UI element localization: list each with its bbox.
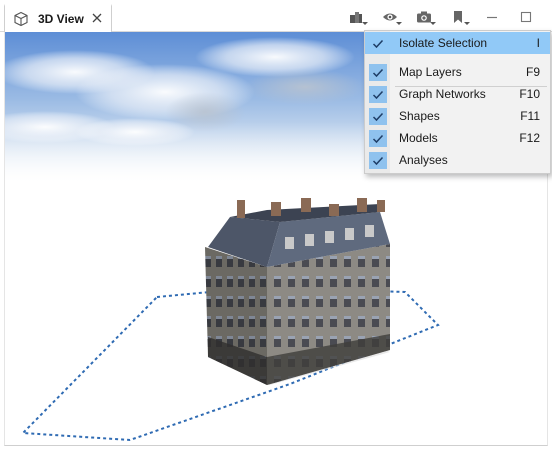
menu-item-shortcut: F11 [520, 109, 540, 123]
view-options-menu: Isolate Selection I Map Layers F9 Graph … [364, 30, 551, 174]
bookmark-icon[interactable] [446, 7, 470, 27]
menu-item-shortcut: F10 [519, 87, 540, 101]
menu-item-label: Shapes [399, 109, 440, 123]
view-toolbar [344, 6, 538, 28]
menu-item-label: Map Layers [399, 65, 462, 79]
maximize-icon[interactable] [514, 7, 538, 27]
close-icon[interactable] [91, 12, 103, 24]
building-model[interactable] [205, 198, 390, 385]
menu-item-shapes[interactable]: Shapes F11 [365, 105, 550, 127]
menu-item-analyses[interactable]: Analyses [365, 149, 550, 171]
menu-item-label: Graph Networks [399, 87, 486, 101]
camera-icon[interactable] [412, 7, 436, 27]
checkmark-icon [369, 152, 387, 169]
checkmark-icon [369, 108, 387, 125]
checkmark-icon [369, 35, 387, 52]
menu-item-shortcut: I [536, 36, 540, 50]
menu-item-label: Isolate Selection [399, 36, 488, 50]
checkmark-icon [369, 130, 387, 147]
checkmark-icon [369, 86, 387, 103]
layers-icon[interactable] [344, 7, 368, 27]
menu-item-isolate-selection[interactable]: Isolate Selection I [365, 32, 550, 54]
eye-icon[interactable] [378, 7, 402, 27]
menu-item-label: Models [399, 131, 438, 145]
menu-item-label: Analyses [399, 153, 448, 167]
menu-item-shortcut: F9 [525, 65, 540, 79]
3d-view-window: 3D View Isolate Selection I Map Layers F… [0, 0, 552, 451]
menu-item-shortcut: F12 [519, 131, 540, 145]
tab-title: 3D View [38, 12, 84, 26]
checkmark-icon [369, 64, 387, 81]
menu-item-map-layers[interactable]: Map Layers F9 [365, 61, 550, 83]
menu-item-graph-networks[interactable]: Graph Networks F10 [365, 83, 550, 105]
tab-3d-view[interactable]: 3D View [4, 4, 112, 32]
minimize-icon[interactable] [480, 7, 504, 27]
cube-icon [13, 11, 29, 27]
tab-strip: 3D View [0, 0, 552, 32]
menu-item-models[interactable]: Models F12 [365, 127, 550, 149]
